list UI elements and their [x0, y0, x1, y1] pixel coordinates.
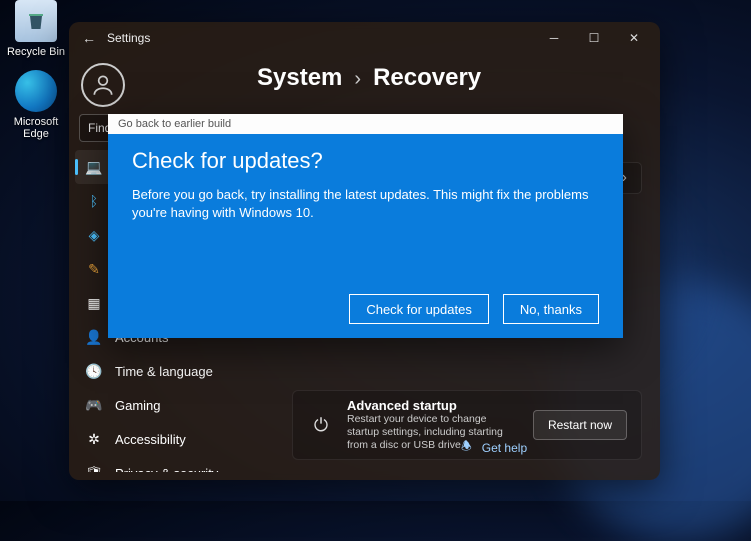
edge-icon	[15, 70, 57, 112]
desktop-icon-edge[interactable]: Microsoft Edge	[4, 70, 68, 140]
power-icon: ⏻	[307, 415, 335, 436]
dialog-heading: Check for updates?	[132, 148, 599, 174]
chevron-right-icon: ›	[354, 68, 361, 91]
time-icon: 🕓	[85, 362, 103, 380]
network-icon: ◈	[85, 226, 103, 244]
bluetooth-icon: ᛒ	[85, 192, 103, 210]
window-title: Settings	[103, 31, 534, 45]
dialog-body-text: Before you go back, try installing the l…	[132, 186, 592, 222]
accessibility-icon: ✲	[85, 430, 103, 448]
check-for-updates-button[interactable]: Check for updates	[349, 294, 489, 324]
user-avatar[interactable]	[81, 63, 125, 107]
person-icon	[90, 72, 116, 98]
breadcrumb-current: Recovery	[373, 64, 481, 92]
accounts-icon: 👤	[85, 328, 103, 346]
sidebar-item-accessibility[interactable]: ✲ Accessibility	[75, 422, 243, 456]
recycle-bin-icon	[15, 0, 57, 42]
sidebar-item-gaming[interactable]: 🎮 Gaming	[75, 388, 243, 422]
sidebar-item-label: Accessibility	[115, 432, 186, 447]
privacy-icon: 🛡	[85, 464, 103, 472]
apps-icon: ▦	[85, 294, 103, 312]
desktop-icon-recycle-bin[interactable]: Recycle Bin	[4, 0, 68, 58]
dialog-titlebar: Go back to earlier build	[108, 114, 623, 134]
sidebar-item-label: Privacy & security	[115, 466, 218, 473]
option-title: Advanced startup	[347, 398, 521, 413]
personalization-icon: ✎	[85, 260, 103, 278]
minimize-button[interactable]: ─	[534, 22, 574, 54]
breadcrumb-parent[interactable]: System	[257, 64, 342, 92]
get-help-link[interactable]: 🕭 Get help	[461, 437, 527, 458]
back-button[interactable]: ←	[75, 30, 103, 46]
sidebar-item-label: Time & language	[115, 364, 213, 379]
desktop-icon-label: Recycle Bin	[4, 46, 68, 58]
help-icon: 🕭	[461, 437, 472, 458]
breadcrumb: System › Recovery	[251, 64, 642, 92]
titlebar: ← Settings ─ ☐ ✕	[69, 22, 660, 54]
maximize-button[interactable]: ☐	[574, 22, 614, 54]
system-icon: 💻	[85, 158, 103, 176]
dialog-titlebar-text: Go back to earlier build	[118, 118, 231, 130]
get-help-label: Get help	[482, 441, 527, 455]
sidebar-item-label: Gaming	[115, 398, 161, 413]
restart-now-button[interactable]: Restart now	[533, 410, 627, 440]
desktop-icon-label: Microsoft Edge	[4, 116, 68, 140]
no-thanks-button[interactable]: No, thanks	[503, 294, 599, 324]
close-button[interactable]: ✕	[614, 22, 654, 54]
go-back-dialog: Go back to earlier build Check for updat…	[108, 114, 623, 338]
gaming-icon: 🎮	[85, 396, 103, 414]
sidebar-item-time[interactable]: 🕓 Time & language	[75, 354, 243, 388]
sidebar-item-privacy[interactable]: 🛡 Privacy & security	[75, 456, 243, 472]
